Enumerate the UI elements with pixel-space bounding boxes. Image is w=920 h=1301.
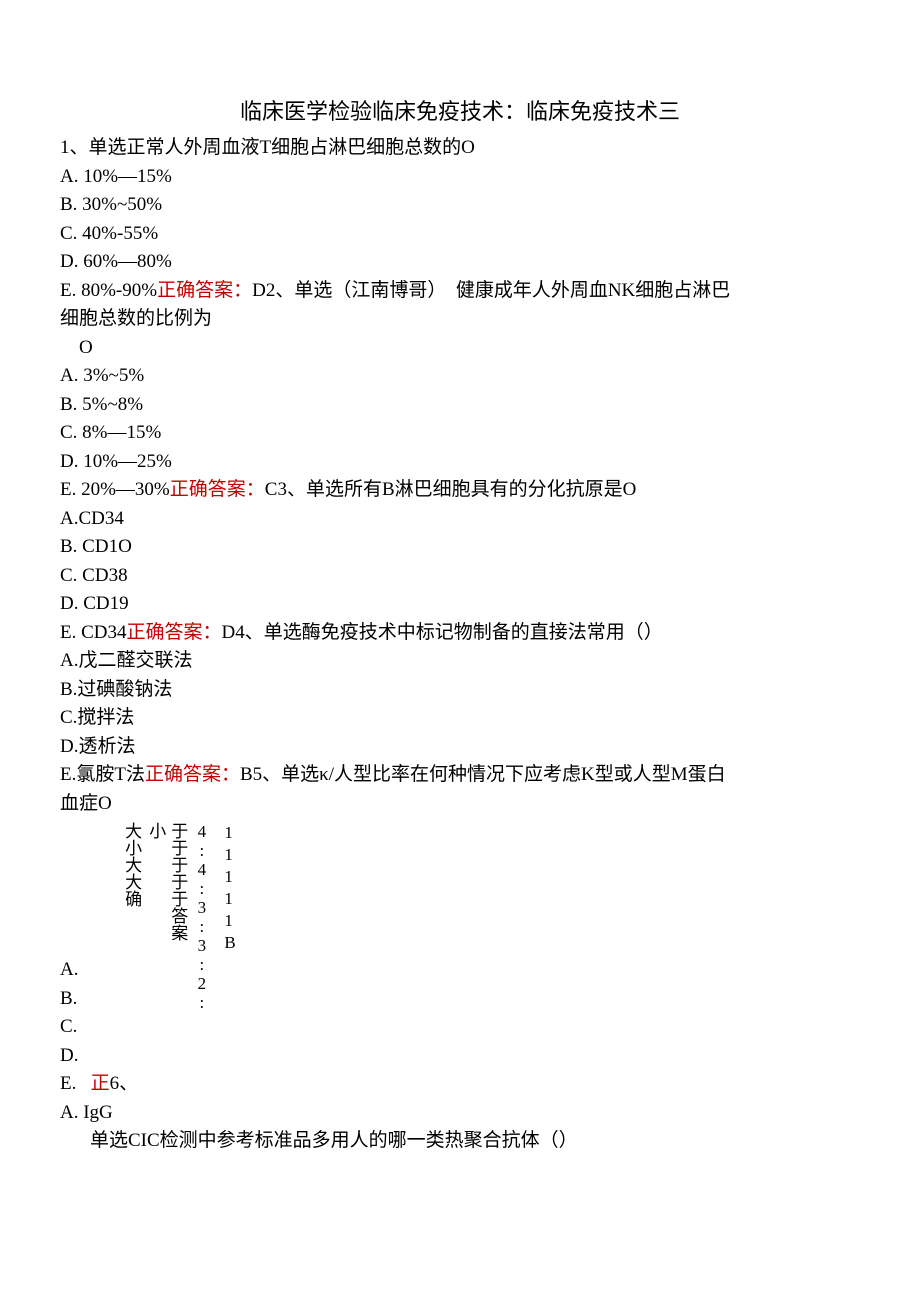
q5-r3: 1 (224, 866, 235, 888)
q4-option-e: E.氯胺T法 (60, 764, 145, 785)
q5-option-c: C. (60, 1013, 860, 1042)
q6-stem: 单选CIC检测中参考标准品多用人的哪一类热聚合抗体（） (90, 1127, 860, 1156)
q5-right-col: 1 1 1 1 1 B (224, 822, 235, 952)
q2-option-e-line: E. 20%—30%正确答案：C3、单选所有B淋巴细胞具有的分化抗原是O (60, 476, 860, 505)
page-title: 临床医学检验临床免疫技术：临床免疫技术三 (60, 95, 860, 128)
q2-option-e: E. 20%—30% (60, 479, 170, 500)
q1-option-e: E. 80%-90% (60, 280, 157, 301)
q3-answer-label: 正确答案： (127, 622, 222, 643)
q5-option-a: A. (60, 956, 860, 985)
q4-option-d: D.透析法 (60, 733, 860, 762)
q4-option-a: A.戊二醛交联法 (60, 647, 860, 676)
q6-option-a: A. IgG (60, 1099, 860, 1128)
q4-option-c: C.搅拌法 (60, 704, 860, 733)
q2-stem-part1: D2、单选（江南博哥） 健康成年人外周血NK细胞占淋巴 (252, 280, 730, 301)
q3-option-c: C. CD38 (60, 562, 860, 591)
q5-r6: B (224, 932, 235, 954)
q3-option-b: B. CD1O (60, 533, 860, 562)
q1-option-d: D. 60%—80% (60, 248, 860, 277)
q5-vcol-2-bot: 小 (146, 822, 165, 839)
q2-option-b: B. 5%~8% (60, 391, 860, 420)
q5-r2: 1 (224, 844, 235, 866)
q5-vcol-2: 于于于于于答案小 (144, 822, 188, 952)
q5-vertical-block: 大小大大确 于于于于于答案小 4:4:3:3:2: 1 1 1 1 1 B (120, 822, 860, 952)
q2-option-a: A. 3%~5% (60, 362, 860, 391)
q2-answer-label: 正确答案： (170, 479, 265, 500)
q5-r4: 1 (224, 888, 235, 910)
q1-option-c: C. 40%-55% (60, 220, 860, 249)
q4-option-e-line: E.氯胺T法正确答案：B5、单选κ/人型比率在何种情况下应考虑K型或人型M蛋白 (60, 761, 860, 790)
q5-option-e-line: E. 正6、 (60, 1070, 860, 1099)
q5-vcol-1: 大小大大确 (120, 822, 142, 952)
q2-stem-part2: 细胞总数的比例为 (60, 305, 860, 334)
q5-vcol-3: 4:4:3:3:2: (190, 822, 212, 952)
document-page: 临床医学检验临床免疫技术：临床免疫技术三 1、单选正常人外周血液T细胞占淋巴细胞… (0, 0, 920, 1301)
q5-option-d: D. (60, 1042, 860, 1071)
q2-option-d: D. 10%—25% (60, 448, 860, 477)
q1-stem: 1、单选正常人外周血液T细胞占淋巴细胞总数的O (60, 134, 860, 163)
q3-stem: C3、单选所有B淋巴细胞具有的分化抗原是O (265, 479, 637, 500)
q1-option-b: B. 30%~50% (60, 191, 860, 220)
q3-option-d: D. CD19 (60, 590, 860, 619)
q5-stem-part2: 血症O (60, 790, 860, 819)
q3-option-a: A.CD34 (60, 505, 860, 534)
q1-option-e-line: E. 80%-90%正确答案：D2、单选（江南博哥） 健康成年人外周血NK细胞占… (60, 277, 860, 306)
q2-option-c: C. 8%—15% (60, 419, 860, 448)
q4-stem: D4、单选酶免疫技术中标记物制备的直接法常用（） (222, 622, 663, 643)
q3-option-e: E. CD34 (60, 622, 127, 643)
q1-answer-label: 正确答案： (157, 280, 252, 301)
q3-option-e-line: E. CD34正确答案：D4、单选酶免疫技术中标记物制备的直接法常用（） (60, 619, 860, 648)
q5-r1: 1 (224, 822, 235, 844)
q2-marker: O (60, 334, 860, 363)
q6-prefix: 6、 (110, 1073, 139, 1094)
q4-answer-label: 正确答案： (145, 764, 240, 785)
q5-option-b: B. (60, 985, 860, 1014)
q1-option-a: A. 10%—15% (60, 163, 860, 192)
q5-answer-label: 正 (91, 1073, 110, 1094)
q5-vcol-2-top: 于于于于于答案 (168, 822, 187, 941)
q4-option-b: B.过碘酸钠法 (60, 676, 860, 705)
q5-stem-part1: B5、单选κ/人型比率在何种情况下应考虑K型或人型M蛋白 (240, 764, 726, 785)
q5-option-e: E. (60, 1073, 76, 1094)
q5-r5: 1 (224, 910, 235, 932)
